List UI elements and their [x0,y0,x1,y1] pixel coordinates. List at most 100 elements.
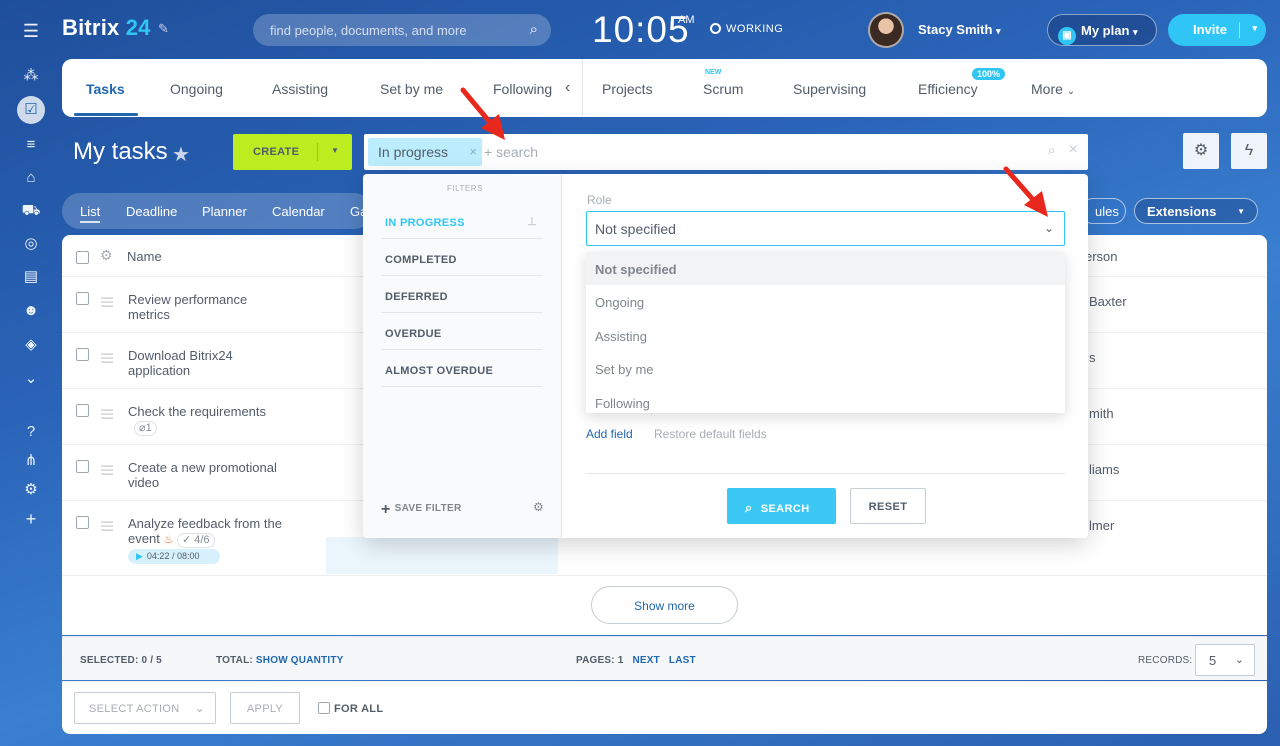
target-icon[interactable]: ◎ [20,233,42,255]
add-icon[interactable]: + [20,508,42,530]
drag-handle-icon[interactable]: — — — [101,347,114,367]
work-status[interactable]: WORKING [710,23,783,35]
org-structure-icon[interactable]: ⋔ [20,450,42,472]
task-name[interactable]: Review performance metrics [128,292,288,322]
preset-almost-overdue[interactable]: ALMOST OVERDUE [381,350,543,387]
tab-tasks[interactable]: Tasks [86,81,125,97]
create-button[interactable]: CREATE ▼ [233,134,352,170]
search-icon[interactable]: ⌕ [1048,142,1056,159]
search-button[interactable]: ⌕ SEARCH [727,488,836,524]
restore-default-fields-link[interactable]: Restore default fields [654,427,767,441]
tab-assisting[interactable]: Assisting [272,81,328,97]
role-option-assisting[interactable]: Assisting [586,319,1065,352]
pin-icon[interactable]: ⊥ [527,215,537,228]
user-avatar[interactable] [868,12,904,48]
close-icon[interactable]: × [469,144,477,159]
task-name[interactable]: Create a new promotional video [128,460,288,490]
user-menu[interactable]: Stacy Smith ▾ [918,22,1001,37]
tab-set-by-me[interactable]: Set by me [380,81,443,97]
role-option-not-specified[interactable]: Not specified [586,252,1065,285]
contact-card-icon[interactable]: ▤ [20,266,42,288]
gear-icon[interactable]: ⚙ [533,500,544,514]
pencil-icon[interactable]: ✎ [158,21,169,37]
role-option-set-by-me[interactable]: Set by me [586,352,1065,385]
last-page-link[interactable]: LAST [669,655,696,666]
filter-search-input[interactable]: + search [484,144,538,160]
responsible-person[interactable]: liams [1089,462,1119,477]
my-plan-button[interactable]: ▣ My plan ▾ [1047,14,1157,46]
tab-scrum[interactable]: Scrum [703,81,743,97]
crm-funnel-icon[interactable]: ≡ [20,134,42,156]
invite-button[interactable]: Invite ▾ [1168,14,1266,46]
play-icon[interactable]: ▶ [136,551,143,561]
preset-deferred[interactable]: DEFERRED [381,276,543,313]
role-select[interactable]: Not specified ⌄ [586,211,1065,246]
responsible-person[interactable]: Baxter [1089,294,1127,309]
cart-icon[interactable]: ⛟ [20,200,42,222]
tasks-icon[interactable]: ☑ [17,96,45,124]
extensions-button[interactable]: Extensions ▼ [1134,198,1258,224]
reset-button[interactable]: RESET [850,488,926,524]
chevron-down-icon[interactable]: ⌄ [1044,221,1054,235]
box-icon[interactable]: ◈ [20,334,42,356]
add-field-link[interactable]: Add field [586,427,633,441]
preset-completed[interactable]: COMPLETED [381,239,543,276]
row-checkbox[interactable] [76,404,89,417]
show-more-button[interactable]: Show more [591,586,738,624]
chevron-down-icon[interactable]: ▼ [331,146,339,155]
show-quantity-link[interactable]: SHOW QUANTITY [256,655,344,666]
drag-handle-icon[interactable]: — — — [101,515,114,535]
task-name[interactable]: Check the requirements [128,404,266,419]
help-icon[interactable]: ? [20,421,42,443]
role-option-ongoing[interactable]: Ongoing [586,285,1065,318]
tab-supervising[interactable]: Supervising [793,81,866,97]
chevron-down-circle-icon[interactable]: ⌄ [20,368,42,390]
tab-ongoing[interactable]: Ongoing [170,81,223,97]
clear-icon[interactable]: × [1069,141,1078,159]
bot-icon[interactable]: ☻ [20,300,42,322]
view-deadline[interactable]: Deadline [126,204,177,219]
settings-gear-icon[interactable]: ⚙ [20,479,42,501]
tab-projects[interactable]: Projects [602,81,653,97]
next-page-link[interactable]: NEXT [633,655,660,666]
chevron-left-icon[interactable]: ‹ [565,79,570,97]
time-tracker[interactable]: ▶ 04:22 / 08:00 [128,549,220,564]
chevron-down-icon[interactable]: ▾ [1252,23,1257,34]
apply-button[interactable]: APPLY [230,692,300,724]
for-all-toggle[interactable]: FOR ALL [318,702,383,715]
feed-icon[interactable]: ⁂ [20,65,42,87]
column-name-header[interactable]: Name [127,249,162,264]
gear-icon[interactable]: ⚙ [1183,133,1219,169]
star-icon[interactable]: ★ [172,142,190,167]
select-all-checkbox[interactable] [76,251,89,264]
drag-handle-icon[interactable]: — — — [101,291,114,311]
responsible-person[interactable]: s [1089,350,1096,365]
for-all-checkbox[interactable] [318,702,330,714]
page-number[interactable]: 1 [618,655,624,666]
view-calendar[interactable]: Calendar [272,204,325,219]
row-checkbox[interactable] [76,292,89,305]
role-option-following[interactable]: Following [586,386,1065,413]
drag-handle-icon[interactable]: — — — [101,403,114,423]
view-list[interactable]: List [80,204,101,223]
menu-icon[interactable]: ☰ [20,20,42,42]
column-person-header[interactable]: erson [1085,249,1118,264]
gear-icon[interactable]: ⚙ [100,247,113,264]
tab-efficiency[interactable]: Efficiency [918,81,978,97]
preset-in-progress[interactable]: IN PROGRESS ⊥ [381,202,543,239]
lightning-icon[interactable]: ϟ [1231,133,1267,169]
task-name[interactable]: Download Bitrix24 application [128,348,288,378]
row-checkbox[interactable] [76,348,89,361]
tab-more[interactable]: More ⌄ [1031,81,1075,97]
responsible-person[interactable]: lmer [1089,518,1114,533]
drag-handle-icon[interactable]: — — — [101,459,114,479]
global-search-input[interactable]: find people, documents, and more ⌕ [253,14,551,46]
save-filter-button[interactable]: + SAVE FILTER [381,501,461,519]
select-action-dropdown[interactable]: SELECT ACTION ⌄ [74,692,216,724]
responsible-person[interactable]: mith [1089,406,1114,421]
bank-icon[interactable]: ⌂ [20,167,42,189]
logo[interactable]: Bitrix 24 [62,15,151,41]
row-checkbox[interactable] [76,516,89,529]
row-checkbox[interactable] [76,460,89,473]
records-per-page-select[interactable]: 5 ⌄ [1195,644,1255,676]
